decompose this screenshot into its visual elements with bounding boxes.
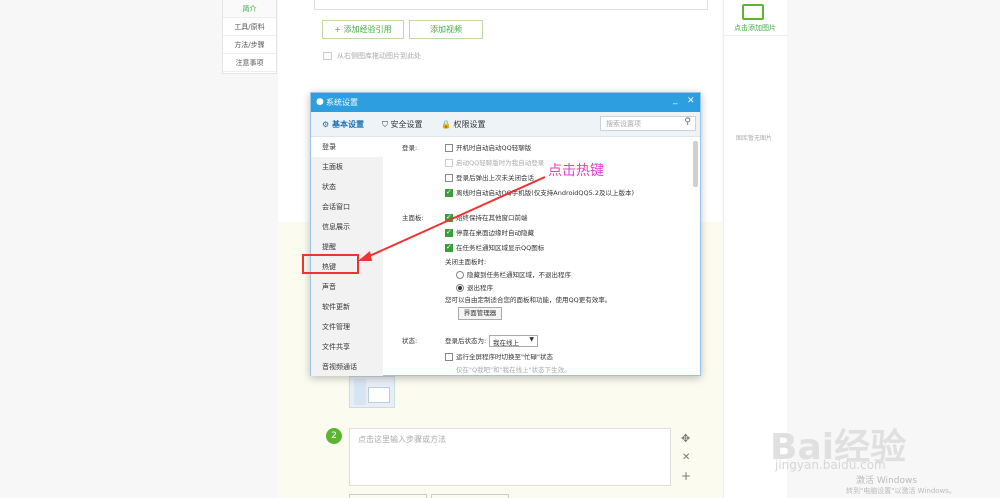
nav-item-notes[interactable]: 注意事项 [223, 54, 276, 72]
nav-item-tools[interactable]: 工具/原料 [223, 18, 276, 36]
search-icon[interactable]: ⚲ [684, 117, 691, 127]
add-reference-button[interactable]: + 添加经验引用 [322, 20, 404, 39]
image-icon [323, 52, 332, 60]
custom-panel-text: 您可以自由定制适合您的面板和功能，使用QQ更有效率。 [445, 296, 612, 304]
bottom-button-2[interactable] [431, 494, 509, 498]
minimize-icon[interactable]: _ [673, 95, 678, 105]
status-section-label: 状态: [402, 337, 418, 345]
activation-title: 激活 Windows [856, 476, 918, 486]
activation-text: 转到"电脑设置"以激活 Windows。 [846, 487, 956, 495]
shield-icon: ⛉ [382, 120, 388, 129]
sidebar-item-file-share[interactable]: 文件共享 [311, 337, 383, 357]
move-icon[interactable]: ✥ [681, 432, 690, 445]
settings-search-input[interactable]: 搜索设置项 ⚲ [600, 116, 696, 131]
previous-step-box[interactable] [314, 0, 708, 10]
left-nav: 简介 工具/原料 方法/步骤 注意事项 [222, 0, 277, 74]
option-exit-program: 退出程序 [467, 284, 493, 292]
sidebar-item-update[interactable]: 软件更新 [311, 297, 383, 317]
sidebar-item-file-manage[interactable]: 文件管理 [311, 317, 383, 337]
fullscreen-note: 仅在"Q我吧"和"我在线上"状态下生效。 [456, 366, 571, 374]
no-image-text: 图库暂无图片 [736, 135, 773, 142]
drag-hint: 从右侧图库拖动图片到此处 [337, 52, 421, 60]
annotation-text: 点击热键 [548, 163, 604, 179]
bottom-button-1[interactable] [349, 494, 427, 498]
gear-icon: ⚙ [322, 120, 330, 129]
dialog-titlebar: ● 系统设置 _ ✕ [311, 93, 700, 112]
tab-security[interactable]: ⛉ 安全设置 [382, 118, 423, 132]
lock-icon: 🔒 [441, 120, 451, 129]
tab-basic[interactable]: ⚙ 基本设置 [322, 118, 364, 132]
plus-icon[interactable]: + [681, 469, 691, 483]
watermark-url: jingyan.baidu.com [775, 458, 886, 472]
dialog-title: 系统设置 [326, 98, 358, 107]
interface-manager-button[interactable]: 界面管理器 [458, 307, 502, 320]
sidebar-item-sound[interactable]: 声音 [311, 277, 383, 297]
close-icon[interactable]: ✕ [682, 452, 690, 463]
close-dialog-icon[interactable]: ✕ [687, 96, 695, 106]
step-input[interactable]: 点击这里输入步骤或方法 [349, 428, 671, 486]
annotation-arrow [358, 176, 546, 261]
settings-tabs: ⚙ 基本设置 ⛉ 安全设置 🔒 权限设置 搜索设置项 ⚲ [311, 112, 700, 137]
add-video-button[interactable]: 添加视频 [409, 20, 483, 39]
option-fullscreen-busy: 运行全屏程序时切换至"忙碌"状态 [456, 353, 553, 361]
nav-item-intro[interactable]: 简介 [223, 0, 276, 18]
status-select[interactable]: 我在线上 ▼ [489, 335, 538, 347]
step-thumbnail[interactable] [349, 376, 395, 408]
tab-permission[interactable]: 🔒 权限设置 [441, 118, 486, 132]
add-image-icon[interactable] [742, 4, 764, 20]
option-hide-to-tray: 隐藏到任务栏通知区域，不退出程序 [467, 271, 571, 279]
status-after-login-label: 登录后状态为: [445, 337, 487, 345]
chevron-down-icon: ▼ [529, 336, 534, 343]
nav-item-steps[interactable]: 方法/步骤 [223, 36, 276, 54]
sidebar-item-av-call[interactable]: 音视频通话 [311, 357, 383, 376]
qq-penguin-icon: ● [316, 97, 324, 107]
radio-exit-program[interactable] [456, 284, 464, 292]
scrollbar[interactable] [693, 141, 698, 187]
radio-hide-to-tray[interactable] [456, 271, 464, 279]
step-number: 2 [326, 428, 342, 444]
add-image-label[interactable]: 点击添加图片 [734, 23, 776, 33]
step-placeholder: 点击这里输入步骤或方法 [358, 435, 446, 444]
checkbox-fullscreen-busy[interactable] [445, 353, 453, 361]
